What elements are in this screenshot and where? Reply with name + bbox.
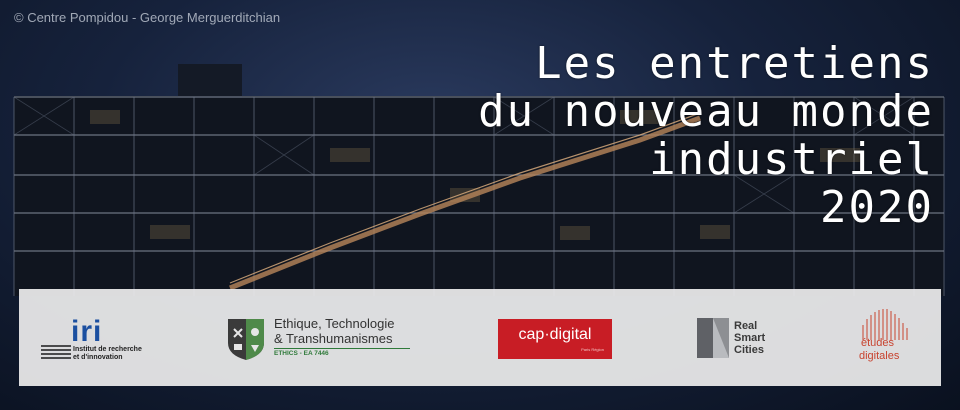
partner-logos-strip: iri Institut de recherche et d'innovatio… — [19, 289, 941, 386]
ethics-name: Ethique, Technologie & Transhumanismes — [274, 316, 394, 346]
iri-subtitle: Institut de recherche et d'innovation — [73, 346, 142, 362]
rsc-line-3: Cities — [734, 344, 764, 356]
cap-digital-word: cap·digital — [518, 326, 592, 343]
pompidou-banner: © Centre Pompidou - George Merguerditchi… — [0, 0, 960, 410]
iri-stripes-icon — [41, 345, 71, 359]
ethics-logo[interactable]: Ethique, Technologie & Transhumanismes E… — [224, 289, 424, 386]
etudes-line-2: digitales — [859, 350, 900, 362]
rsc-mark-icon — [697, 318, 729, 358]
cap-digital-tagline: Paris Région — [581, 347, 604, 352]
etudes-line-1: études — [861, 337, 895, 349]
real-smart-cities-logo[interactable]: Real Smart Cities — [697, 289, 807, 386]
ethics-divider — [274, 348, 410, 349]
iri-subtitle-line-1: Institut de recherche — [73, 346, 142, 353]
event-title: Les entretiens du nouveau monde industri… — [478, 40, 934, 232]
title-line-2: du nouveau monde — [478, 86, 934, 137]
iri-logo[interactable]: iri Institut de recherche et d'innovatio… — [41, 289, 161, 386]
iri-subtitle-line-2: et d'innovation — [73, 354, 123, 361]
photo-credit: © Centre Pompidou - George Merguerditchi… — [14, 10, 281, 25]
rsc-words: Real Smart Cities — [734, 320, 765, 356]
rsc-line-2: Smart — [734, 332, 766, 344]
rsc-line-1: Real — [734, 320, 758, 332]
cap-digital-logo[interactable]: cap·digital Paris Région — [498, 289, 612, 386]
etudes-digitales-logo[interactable]: études digitales — [851, 289, 931, 386]
title-line-3: industriel — [649, 134, 934, 185]
iri-mark: iri — [71, 315, 103, 348]
title-line-1: Les entretiens — [535, 38, 934, 89]
ethics-name-line-2: & Transhumanismes — [274, 331, 393, 346]
etudes-tree-icon — [862, 309, 908, 340]
ethics-crest-icon — [228, 319, 264, 360]
ethics-code: ETHICS - EA 7446 — [274, 350, 329, 357]
title-line-4: 2020 — [820, 182, 934, 233]
ethics-name-line-1: Ethique, Technologie — [274, 316, 395, 331]
